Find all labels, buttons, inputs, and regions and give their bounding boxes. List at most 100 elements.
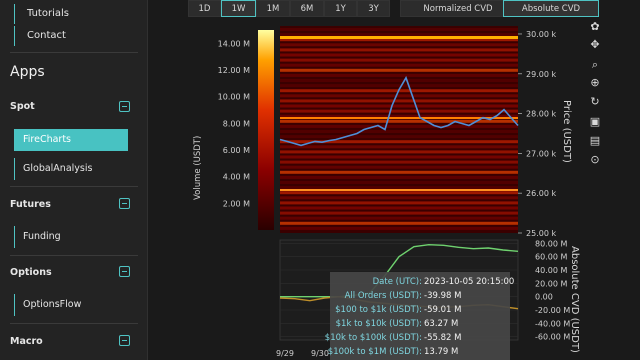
cvd-tick: -40.00 M bbox=[535, 319, 570, 328]
tooltip-value: -39.98 M bbox=[424, 291, 462, 301]
colorbar-tick: 4.00 M bbox=[223, 173, 250, 182]
tooltip-label: $1k to $10k (USDT): bbox=[335, 319, 422, 329]
cvd-x-tick: 9/29 bbox=[276, 349, 294, 358]
heatmap-band bbox=[280, 175, 518, 179]
tooltip-value: 2023-10-05 20:15:00 bbox=[424, 277, 515, 287]
section-macro-label: Macro bbox=[10, 336, 43, 347]
heatmap-band bbox=[280, 58, 518, 62]
tooltip-value: -55.82 M bbox=[424, 333, 462, 343]
divider bbox=[10, 52, 138, 53]
heatmap-band bbox=[280, 170, 518, 174]
collapse-macro-button[interactable] bbox=[119, 335, 130, 346]
section-futures-label: Futures bbox=[10, 199, 51, 210]
zoom-icon[interactable]: ⌕ bbox=[588, 58, 602, 72]
save-icon[interactable]: ▣ bbox=[588, 115, 602, 129]
cvd-x-tick: 9/30 bbox=[311, 349, 329, 358]
colorbar-label: Volume (USDT) bbox=[193, 136, 203, 200]
hover-icon[interactable]: ▤ bbox=[588, 134, 602, 148]
heatmap-band bbox=[280, 28, 518, 31]
price-tick: 30.00 k bbox=[526, 30, 556, 39]
colorwheel-icon[interactable]: ✿ bbox=[588, 20, 602, 34]
heatmap-band bbox=[280, 33, 518, 37]
heatmap-band bbox=[280, 150, 518, 154]
cvd-tick: 60.00 M bbox=[535, 253, 567, 262]
heatmap-band bbox=[280, 201, 518, 205]
heatmap-band bbox=[280, 165, 518, 169]
heatmap-band bbox=[280, 145, 518, 149]
tooltip-value: -59.01 M bbox=[424, 305, 462, 315]
section-options-label: Options bbox=[10, 267, 52, 278]
cvd-tick: -60.00 M bbox=[535, 333, 570, 342]
heatmap-band-high bbox=[280, 189, 518, 191]
tooltip-value: 13.79 M bbox=[424, 347, 459, 357]
colorbar-tick: 8.00 M bbox=[223, 119, 250, 128]
heatmap-band bbox=[280, 63, 518, 67]
colorbar-tick: 12.00 M bbox=[218, 66, 250, 75]
heatmap-band bbox=[280, 226, 518, 230]
lasso-icon[interactable]: ⊕ bbox=[588, 76, 602, 90]
tooltip-label: Date (UTC): bbox=[372, 277, 422, 287]
heatmap-band bbox=[280, 43, 518, 47]
heatmap-band bbox=[280, 216, 518, 220]
nav-link-tutorials[interactable]: Tutorials bbox=[14, 4, 69, 24]
sidebar: Tutorials Contact Apps Spot FireCharts G… bbox=[0, 0, 148, 360]
heatmap-band bbox=[280, 68, 518, 72]
price-axis-label: Price (USDT) bbox=[561, 100, 572, 163]
price-tick: 26.00 k bbox=[526, 189, 556, 198]
nav-link-contact[interactable]: Contact bbox=[14, 26, 66, 46]
crosshair-icon[interactable]: ⊙ bbox=[588, 153, 602, 167]
price-tick: 25.00 k bbox=[526, 229, 556, 238]
heatmap-band bbox=[280, 109, 518, 113]
colorbar bbox=[258, 30, 274, 230]
heatmap-band bbox=[280, 84, 518, 88]
heatmap-band bbox=[280, 130, 518, 133]
heatmap-band bbox=[280, 135, 518, 139]
heatmap-band bbox=[280, 196, 518, 200]
apps-title: Apps bbox=[10, 64, 45, 80]
heatmap-band bbox=[280, 119, 518, 123]
heatmap-band bbox=[280, 221, 518, 225]
reset-icon[interactable]: ↻ bbox=[588, 95, 602, 109]
collapse-spot-button[interactable] bbox=[119, 101, 130, 112]
colorbar-tick: 14.00 M bbox=[218, 39, 250, 48]
cvd-tick: 0.00 bbox=[535, 293, 553, 302]
sidebar-item-funding[interactable]: Funding bbox=[14, 226, 128, 248]
heatmap-band bbox=[280, 124, 518, 128]
price-tick: 28.00 k bbox=[526, 110, 556, 119]
pan-icon[interactable]: ✥ bbox=[588, 38, 602, 52]
sidebar-item-firecharts[interactable]: FireCharts bbox=[14, 129, 128, 151]
heatmap-band bbox=[280, 73, 518, 77]
heatmap-band bbox=[280, 99, 518, 103]
sidebar-item-globalanalysis[interactable]: GlobalAnalysis bbox=[14, 158, 128, 180]
heatmap-band bbox=[280, 79, 518, 82]
tooltip-label: $100k to $1M (USDT): bbox=[327, 347, 422, 357]
hover-tooltip: Date (UTC): 2023-10-05 20:15:00 All Order… bbox=[325, 272, 514, 360]
colorbar-tick: 2.00 M bbox=[223, 199, 250, 208]
heatmap-band bbox=[280, 155, 518, 159]
divider bbox=[10, 255, 138, 256]
cvd-tick: 40.00 M bbox=[535, 266, 567, 275]
cvd-tick: 20.00 M bbox=[535, 279, 567, 288]
heatmap-band bbox=[280, 186, 518, 190]
section-spot-label: Spot bbox=[10, 101, 35, 112]
collapse-futures-button[interactable] bbox=[119, 198, 130, 209]
colorbar-tick: 10.00 M bbox=[218, 93, 250, 102]
heatmap-band bbox=[280, 181, 518, 184]
cvd-axis-label: Absolute CVD (USDT) bbox=[569, 246, 580, 353]
price-tick: 29.00 k bbox=[526, 70, 556, 79]
cvd-tick: 80.00 M bbox=[535, 239, 567, 248]
heatmap-band bbox=[280, 160, 518, 164]
heatmap-band bbox=[280, 104, 518, 108]
heatmap-band-high bbox=[280, 36, 518, 39]
heatmap-band bbox=[280, 48, 518, 52]
collapse-options-button[interactable] bbox=[119, 266, 130, 277]
tooltip-value: 63.27 M bbox=[424, 319, 459, 329]
heatmap-band bbox=[280, 94, 518, 98]
divider bbox=[10, 323, 138, 324]
tooltip-label: $10k to $100k (USDT): bbox=[324, 333, 422, 343]
cvd-tick: -20.00 M bbox=[535, 306, 570, 315]
divider bbox=[10, 186, 138, 187]
price-tick: 27.00 k bbox=[526, 149, 556, 158]
sidebar-item-optionsflow[interactable]: OptionsFlow bbox=[14, 294, 128, 316]
tooltip-label: All Orders (USDT): bbox=[344, 291, 422, 301]
